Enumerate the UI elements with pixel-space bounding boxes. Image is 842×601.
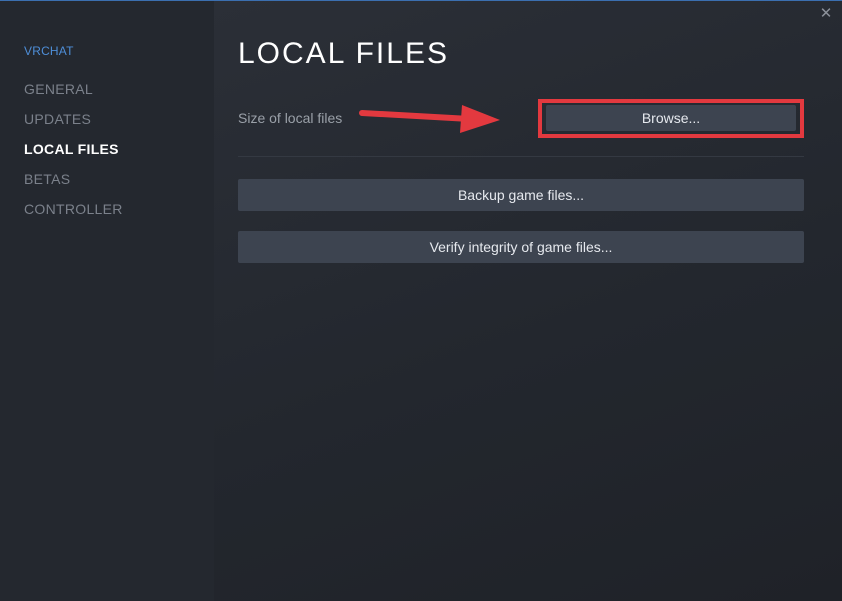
annotation-arrow-icon [359, 105, 500, 133]
divider [238, 156, 804, 157]
sidebar-item-controller[interactable]: CONTROLLER [24, 199, 123, 229]
main-panel: ✕ LOCAL FILES Size of local files Browse… [214, 1, 842, 601]
sidebar-item-general[interactable]: GENERAL [24, 79, 123, 109]
size-of-local-files-label: Size of local files [238, 110, 343, 126]
verify-integrity-button[interactable]: Verify integrity of game files... [238, 231, 804, 263]
properties-window: VRCHAT GENERAL UPDATES LOCAL FILES BETAS… [0, 0, 842, 601]
sidebar-item-updates[interactable]: UPDATES [24, 109, 123, 139]
sidebar: VRCHAT GENERAL UPDATES LOCAL FILES BETAS… [0, 1, 214, 601]
backup-game-files-button[interactable]: Backup game files... [238, 179, 804, 211]
sidebar-item-local-files[interactable]: LOCAL FILES [24, 139, 123, 169]
game-title: VRCHAT [24, 44, 74, 58]
close-icon[interactable]: ✕ [819, 6, 833, 21]
sidebar-nav: GENERAL UPDATES LOCAL FILES BETAS CONTRO… [24, 79, 123, 229]
page-title: LOCAL FILES [238, 37, 449, 70]
sidebar-item-betas[interactable]: BETAS [24, 169, 123, 199]
browse-button[interactable]: Browse... [546, 105, 796, 131]
